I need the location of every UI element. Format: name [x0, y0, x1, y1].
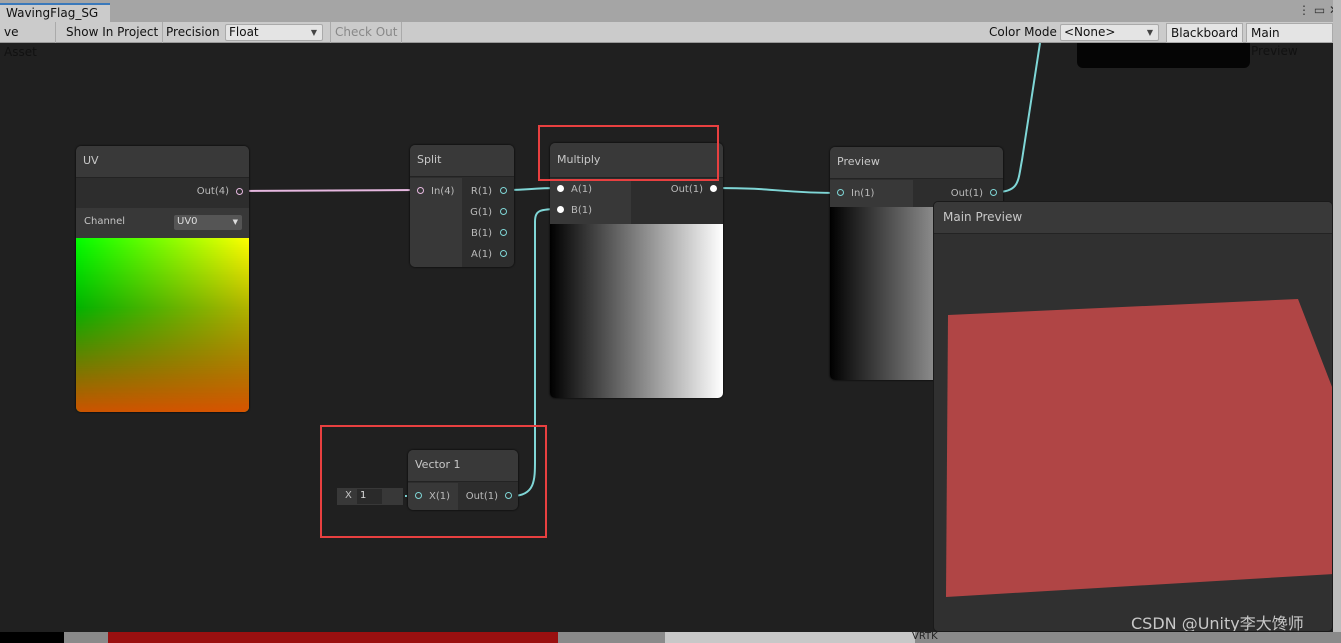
split-out-a[interactable]: A(1)	[471, 249, 492, 260]
node-title: Split	[410, 145, 514, 177]
bottom-strip: VRTK	[0, 631, 1341, 643]
port-dot-icon[interactable]	[557, 206, 564, 213]
port-dot-icon[interactable]	[500, 208, 507, 215]
multiply-preview	[550, 224, 723, 398]
channel-dropdown[interactable]: UV0 ▼	[174, 215, 242, 230]
vrtk-label: VRTK	[912, 631, 938, 642]
multiply-out[interactable]: Out(1)	[671, 184, 703, 195]
channel-label: Channel	[84, 216, 126, 227]
multiply-node[interactable]: Multiply A(1) B(1) Out(1)	[550, 143, 723, 398]
split-in-port[interactable]: In(4)	[431, 186, 454, 197]
port-dot-icon[interactable]	[710, 185, 717, 192]
main-preview-panel[interactable]: Main Preview CSDN @Unity李大馋师	[933, 201, 1333, 632]
split-out-g[interactable]: G(1)	[470, 207, 492, 218]
port-dot-icon[interactable]	[500, 187, 507, 194]
preview-out[interactable]: Out(1)	[951, 188, 983, 199]
port-dot-icon[interactable]	[500, 229, 507, 236]
port-dot-icon[interactable]	[417, 187, 424, 194]
wire-uv-split	[242, 189, 419, 192]
node-title: Preview	[830, 147, 1003, 179]
port-dot-icon[interactable]	[557, 185, 564, 192]
node-title: UV	[76, 146, 249, 178]
multiply-in-b[interactable]: B(1)	[571, 205, 592, 216]
chevron-down-icon: ▼	[232, 218, 238, 226]
port-dot-icon[interactable]	[500, 250, 507, 257]
uv-node[interactable]: UV Out(4) Channel UV0 ▼	[76, 146, 249, 412]
watermark: CSDN @Unity李大馋师	[1131, 614, 1304, 632]
split-out-b[interactable]: B(1)	[471, 228, 492, 239]
preview-mesh	[946, 299, 1332, 597]
split-node[interactable]: Split In(4) R(1) G(1) B(1) A(1)	[410, 145, 514, 267]
split-out-r[interactable]: R(1)	[471, 186, 492, 197]
port-dot-icon[interactable]	[990, 189, 997, 196]
port-dot-icon[interactable]	[837, 189, 844, 196]
highlight-box-vector1	[320, 425, 547, 538]
preview-in[interactable]: In(1)	[851, 188, 874, 199]
wire-multiply-preview	[715, 187, 841, 194]
highlight-box-multiply	[538, 125, 719, 181]
uv-out-port[interactable]: Out(4)	[197, 186, 229, 197]
multiply-in-a[interactable]: A(1)	[571, 184, 592, 195]
channel-row: Channel UV0 ▼	[76, 208, 249, 238]
port-dot-icon[interactable]	[236, 188, 243, 195]
